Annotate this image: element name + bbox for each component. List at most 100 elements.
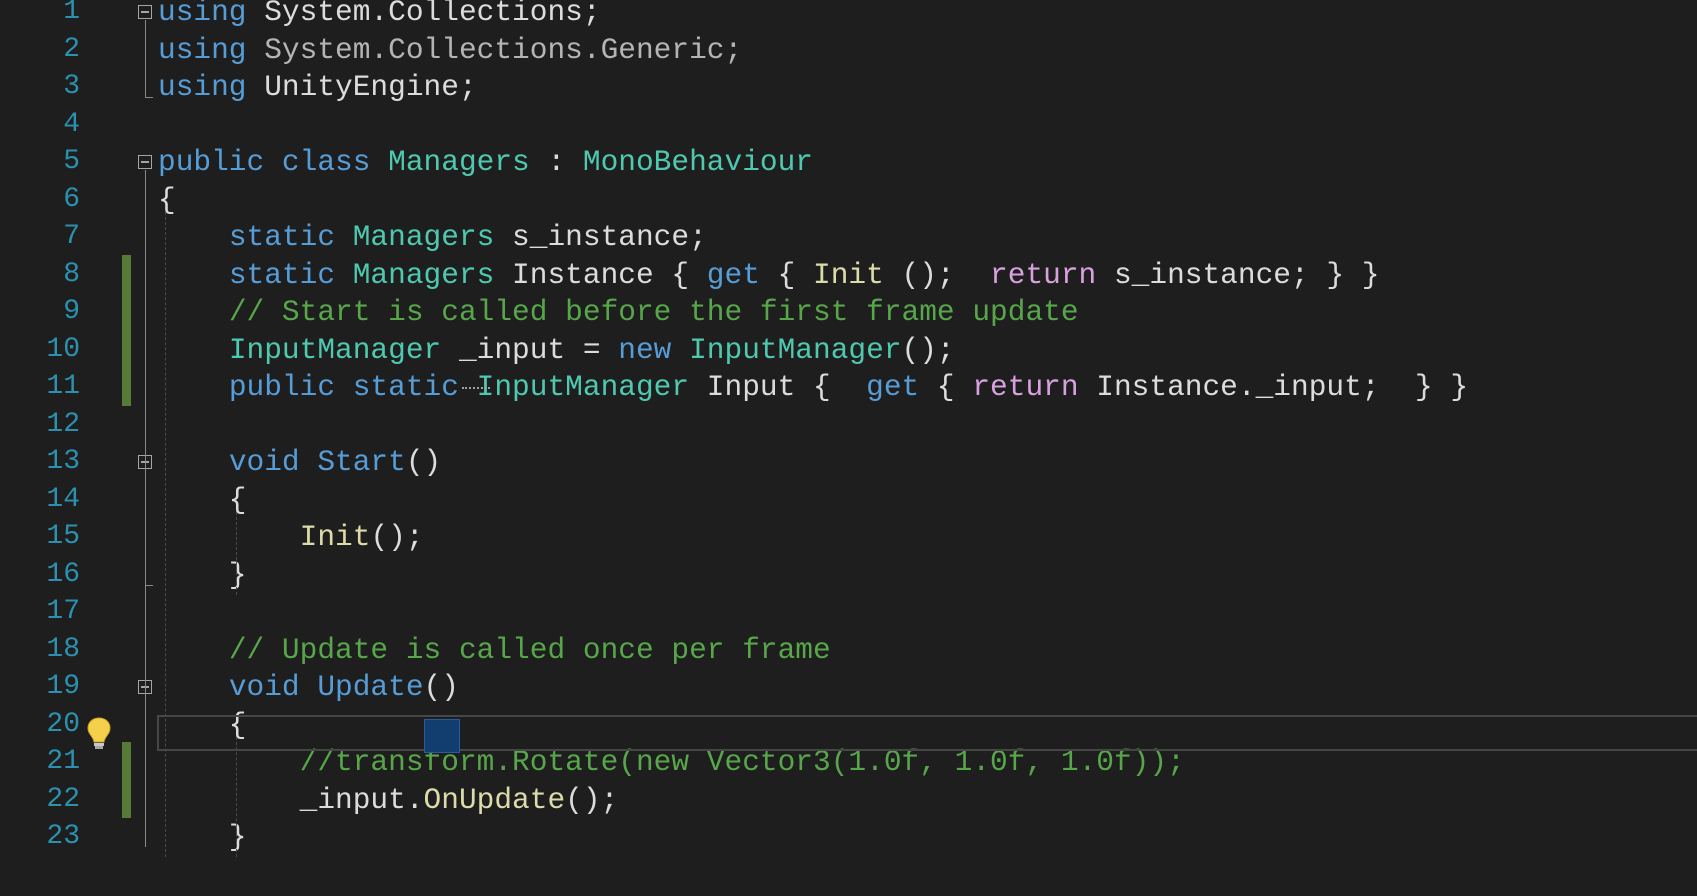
- code-line[interactable]: 18 // Update is called once per frame: [0, 630, 1697, 670]
- code-text[interactable]: void Start(): [158, 442, 441, 482]
- code-line[interactable]: 14 {: [0, 480, 1697, 520]
- line-number: 15: [46, 521, 80, 552]
- code-line[interactable]: 2 using System.Collections.Generic;: [0, 30, 1697, 70]
- code-line[interactable]: 15 Init();: [0, 517, 1697, 557]
- code-token: }: [158, 820, 247, 854]
- code-token: :: [529, 145, 583, 179]
- code-line[interactable]: 16 }: [0, 555, 1697, 595]
- code-token: get: [706, 257, 760, 292]
- change-indicator: [122, 367, 131, 406]
- change-indicator: [122, 292, 131, 331]
- code-text[interactable]: using System.Collections;: [158, 0, 601, 32]
- code-text[interactable]: static Managers Instance { get { Init ()…: [158, 255, 1380, 295]
- line-number: 13: [46, 446, 80, 477]
- collapse-toggle[interactable]: [138, 5, 152, 19]
- code-token: public: [228, 370, 336, 404]
- lightbulb-icon[interactable]: [86, 716, 112, 750]
- code-text[interactable]: using UnityEngine;: [158, 67, 477, 107]
- code-token: System.Collections;: [246, 0, 601, 29]
- code-line[interactable]: 5 public class Managers : MonoBehaviour: [0, 142, 1697, 182]
- code-line[interactable]: 13 void Start(): [0, 442, 1697, 482]
- code-token: Update: [317, 670, 424, 704]
- code-text[interactable]: }: [158, 555, 247, 595]
- code-token: Instance {: [494, 257, 707, 292]
- code-token: void: [228, 670, 300, 704]
- code-line[interactable]: 17: [0, 592, 1697, 632]
- code-token: ();: [883, 257, 991, 292]
- code-token: return: [990, 257, 1097, 292]
- code-line[interactable]: 1 using System.Collections;: [0, 0, 1697, 32]
- line-number: 11: [46, 371, 80, 402]
- code-token: InputManager: [476, 370, 690, 404]
- indent-guide: [236, 511, 237, 595]
- code-token: static: [228, 257, 336, 292]
- code-line[interactable]: 7 static Managers s_instance;: [0, 217, 1697, 257]
- code-line[interactable]: 10 InputManager _input = new InputManage…: [0, 330, 1697, 370]
- collapse-toggle[interactable]: [138, 155, 152, 169]
- change-indicator: [122, 329, 131, 368]
- code-token: {: [158, 182, 176, 217]
- code-token: return: [972, 370, 1079, 404]
- line-number: 17: [46, 596, 80, 627]
- line-number: 9: [63, 296, 80, 327]
- code-token: using: [158, 0, 247, 29]
- change-indicator: [122, 254, 131, 293]
- code-token: {: [919, 370, 973, 404]
- code-text[interactable]: {: [158, 480, 247, 520]
- code-line[interactable]: 23 }: [0, 817, 1697, 857]
- code-token: // Update is called once per frame: [228, 632, 831, 667]
- code-text[interactable]: // Update is called once per frame: [158, 630, 831, 670]
- code-text[interactable]: {: [158, 180, 176, 220]
- code-text[interactable]: InputManager _input = new InputManager()…: [158, 330, 955, 370]
- code-line[interactable]: 3 using UnityEngine;: [0, 67, 1697, 107]
- line-number: 5: [63, 146, 80, 177]
- code-line[interactable]: 22 _input.OnUpdate();: [0, 780, 1697, 820]
- code-text[interactable]: using System.Collections.Generic;: [158, 30, 742, 70]
- code-line[interactable]: 11 public static InputManager Input { ge…: [0, 367, 1697, 407]
- line-number: 10: [46, 333, 80, 365]
- indent-guide: [165, 211, 166, 857]
- code-token: {: [759, 257, 814, 292]
- line-number: 2: [63, 33, 80, 65]
- code-token: InputManager: [689, 332, 902, 367]
- code-token: Managers: [352, 257, 495, 292]
- code-text[interactable]: _input.OnUpdate();: [158, 780, 619, 820]
- code-text[interactable]: }: [158, 817, 247, 857]
- code-token: (): [405, 445, 442, 479]
- code-editor[interactable]: 1 using System.Collections; 2 using System.…: [0, 0, 1697, 896]
- code-token: new: [618, 332, 672, 367]
- code-text[interactable]: Init();: [158, 517, 424, 557]
- current-line-highlight: [157, 715, 1697, 751]
- code-line[interactable]: 8 static Managers Instance { get { Init …: [0, 255, 1697, 295]
- code-text[interactable]: public static InputManager Input { get {…: [158, 367, 1468, 407]
- code-line[interactable]: 12: [0, 405, 1697, 445]
- brace-match-highlight: [424, 719, 460, 753]
- code-token: InputManager: [228, 332, 442, 367]
- line-number: 20: [46, 708, 80, 740]
- line-number: 3: [63, 71, 80, 102]
- code-token: (): [423, 670, 459, 704]
- code-text[interactable]: public class Managers : MonoBehaviour: [158, 142, 813, 182]
- code-token: Init: [813, 257, 884, 292]
- code-token: get: [866, 370, 920, 404]
- code-line[interactable]: 19 void Update(): [0, 667, 1697, 707]
- fold-end: [145, 584, 153, 586]
- code-token: s_instance; } }: [1096, 257, 1380, 292]
- line-number: 8: [63, 258, 80, 290]
- code-line[interactable]: 9 // Start is called before the first fr…: [0, 292, 1697, 332]
- code-text[interactable]: void Update(): [158, 667, 459, 707]
- code-text[interactable]: // Start is called before the first fram…: [158, 292, 1079, 332]
- code-token: public: [158, 145, 265, 179]
- code-line[interactable]: 4: [0, 105, 1697, 145]
- code-token: // Start is called before the first fram…: [228, 295, 1079, 329]
- code-text[interactable]: static Managers s_instance;: [158, 217, 707, 257]
- code-line[interactable]: 6{: [0, 180, 1697, 220]
- line-number: 4: [63, 108, 80, 140]
